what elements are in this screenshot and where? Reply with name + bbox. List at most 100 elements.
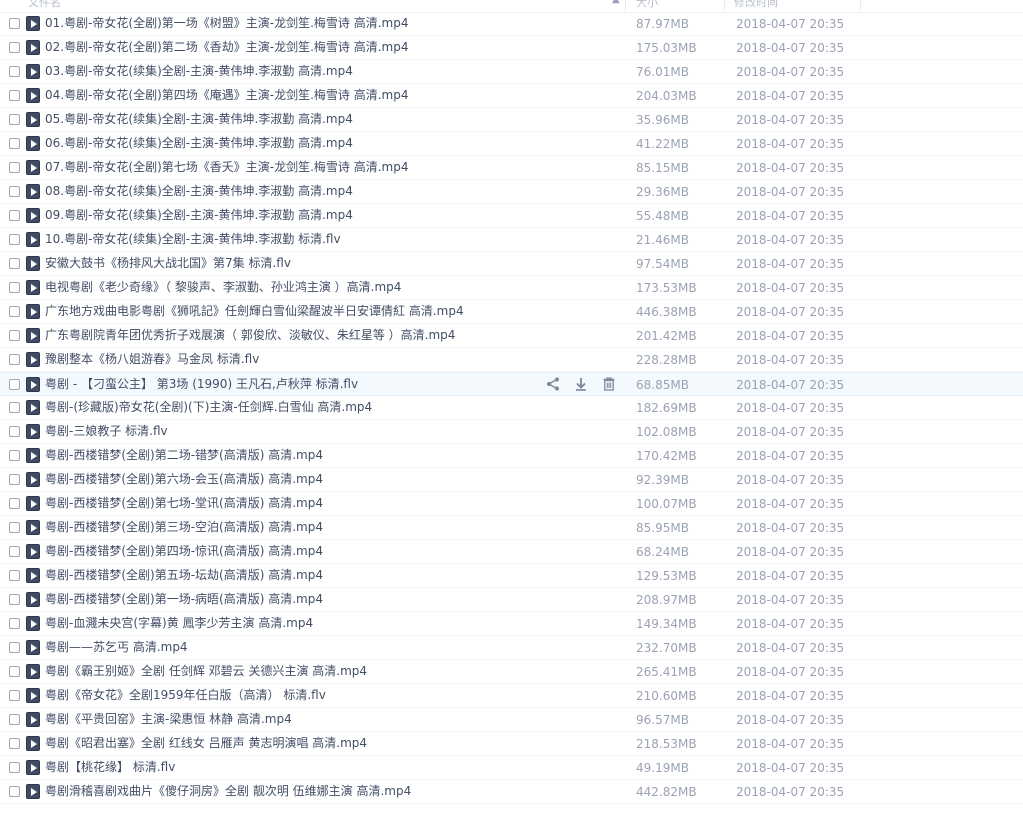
file-name[interactable]: 粤剧-三娘教子 标清.flv [45,424,168,439]
file-name[interactable]: 电视粤剧《老少奇缘》（ 黎骏声、李淑勤、孙业鸿主演 ）高清.mp4 [45,280,401,295]
row-checkbox[interactable] [9,594,20,605]
file-name[interactable]: 02.粤剧-帝女花(全剧)第二场《香劫》主演-龙剑笙.梅雪诗 高清.mp4 [45,40,409,55]
file-row[interactable]: 电视粤剧《老少奇缘》（ 黎骏声、李淑勤、孙业鸿主演 ）高清.mp4 173.53M… [0,276,1023,300]
file-row[interactable]: 粤剧——苏乞丐 高清.mp4 232.70MB 2018-04-07 20:35 [0,636,1023,660]
file-name[interactable]: 安徽大鼓书《杨排风大战北国》第7集 标清.flv [45,256,291,271]
file-name[interactable]: 07.粤剧-帝女花(全剧)第七场《香夭》主演-龙剑笙.梅雪诗 高清.mp4 [45,160,409,175]
file-name[interactable]: 广东地方戏曲电影粤剧《狮吼記》任劍輝白雪仙梁醒波半日安谭倩紅 高清.mp4 [45,304,464,319]
row-checkbox[interactable] [9,666,20,677]
file-row[interactable]: 08.粤剧-帝女花(续集)全剧-主演-黄伟坤.李淑勤 高清.mp4 29.36MB… [0,180,1023,204]
row-checkbox[interactable] [9,66,20,77]
file-name[interactable]: 豫剧整本《杨八姐游春》马金凤 标清.flv [45,352,259,367]
file-row[interactable]: 粤剧 - 【刁蛮公主】 第3场 (1990) 王凡石,卢秋萍 标清.flv 68.… [0,372,1023,396]
file-name[interactable]: 粤剧-(珍藏版)帝女花(全剧)(下)主演-任剑辉.白雪仙 高清.mp4 [45,400,372,415]
file-row[interactable]: 粤剧-西楼错梦(全剧)第五场-坛劫(高清版) 高清.mp4 129.53MB 201… [0,564,1023,588]
file-name[interactable]: 粤剧-西楼错梦(全剧)第四场-惊讯(高清版) 高清.mp4 [45,544,323,559]
row-checkbox[interactable] [9,379,20,390]
file-row[interactable]: 05.粤剧-帝女花(续集)全剧-主演-黄伟坤.李淑勤 高清.mp4 35.96MB… [0,108,1023,132]
file-row[interactable]: 粤剧-西楼错梦(全剧)第一场-病晤(高清版) 高清.mp4 208.97MB 201… [0,588,1023,612]
file-row[interactable]: 07.粤剧-帝女花(全剧)第七场《香夭》主演-龙剑笙.梅雪诗 高清.mp4 85.… [0,156,1023,180]
file-name[interactable]: 粤剧《霸王别姬》全剧 任剑辉 邓碧云 关德兴主演 高清.mp4 [45,664,367,679]
row-checkbox[interactable] [9,690,20,701]
row-checkbox[interactable] [9,234,20,245]
file-row[interactable]: 粤剧-西楼错梦(全剧)第二场-错梦(高清版) 高清.mp4 170.42MB 201… [0,444,1023,468]
file-name[interactable]: 粤剧【桃花缘】 标清.flv [45,760,175,775]
file-name[interactable]: 粤剧-西楼错梦(全剧)第二场-错梦(高清版) 高清.mp4 [45,448,323,463]
file-name[interactable]: 04.粤剧-帝女花(全剧)第四场《庵遇》主演-龙剑笙.梅雪诗 高清.mp4 [45,88,409,103]
file-row[interactable]: 粤剧-西楼错梦(全剧)第七场-堂讯(高清版) 高清.mp4 100.07MB 201… [0,492,1023,516]
row-checkbox[interactable] [9,450,20,461]
file-row[interactable]: 粤剧-西楼错梦(全剧)第三场-空泊(高清版) 高清.mp4 85.95MB 2018… [0,516,1023,540]
header-size[interactable]: 大小 [636,0,658,10]
file-row[interactable]: 粤剧-血濺未央宫(字幕)黄 鳳李少芳主演 高清.mp4 149.34MB 2018-… [0,612,1023,636]
row-checkbox[interactable] [9,522,20,533]
file-row[interactable]: 粤剧-西楼错梦(全剧)第四场-惊讯(高清版) 高清.mp4 68.24MB 2018… [0,540,1023,564]
file-row[interactable]: 粤剧滑稽喜剧戏曲片《傻仔洞房》全剧 靓次明 伍维娜主演 高清.mp4 442.82… [0,780,1023,804]
header-time[interactable]: 修改时间 [734,0,778,10]
row-checkbox[interactable] [9,402,20,413]
row-checkbox[interactable] [9,498,20,509]
file-row[interactable]: 豫剧整本《杨八姐游春》马金凤 标清.flv 228.28MB 2018-04-07 … [0,348,1023,372]
file-name[interactable]: 08.粤剧-帝女花(续集)全剧-主演-黄伟坤.李淑勤 高清.mp4 [45,184,353,199]
row-checkbox[interactable] [9,618,20,629]
file-name[interactable]: 粤剧《帝女花》全剧1959年任白版（高清） 标清.flv [45,688,326,703]
file-name[interactable]: 粤剧-西楼错梦(全剧)第七场-堂讯(高清版) 高清.mp4 [45,496,323,511]
header-name[interactable]: 文件名 [28,0,61,10]
file-row[interactable]: 粤剧《帝女花》全剧1959年任白版（高清） 标清.flv 210.60MB 2018… [0,684,1023,708]
file-name[interactable]: 05.粤剧-帝女花(续集)全剧-主演-黄伟坤.李淑勤 高清.mp4 [45,112,353,127]
file-name[interactable]: 粤剧-西楼错梦(全剧)第六场-会玉(高清版) 高清.mp4 [45,472,323,487]
row-checkbox[interactable] [9,42,20,53]
file-row[interactable]: 粤剧-西楼错梦(全剧)第六场-会玉(高清版) 高清.mp4 92.39MB 2018… [0,468,1023,492]
row-checkbox[interactable] [9,642,20,653]
file-name[interactable]: 广东粤剧院青年团优秀折子戏展演（ 郭俊欣、淡敏仪、朱红星等 ）高清.mp4 [45,328,455,343]
row-checkbox[interactable] [9,474,20,485]
file-row[interactable]: 粤剧【桃花缘】 标清.flv 49.19MB 2018-04-07 20:35 [0,756,1023,780]
file-name[interactable]: 粤剧-西楼错梦(全剧)第五场-坛劫(高清版) 高清.mp4 [45,568,323,583]
file-row[interactable]: 06.粤剧-帝女花(续集)全剧-主演-黄伟坤.李淑勤 高清.mp4 41.22MB… [0,132,1023,156]
file-name[interactable]: 粤剧《昭君出塞》全剧 红线女 吕雁声 黄志明演唱 高清.mp4 [45,736,367,751]
row-checkbox[interactable] [9,162,20,173]
file-row[interactable]: 安徽大鼓书《杨排风大战北国》第7集 标清.flv 97.54MB 2018-04-0… [0,252,1023,276]
row-checkbox[interactable] [9,186,20,197]
file-name[interactable]: 粤剧滑稽喜剧戏曲片《傻仔洞房》全剧 靓次明 伍维娜主演 高清.mp4 [45,784,411,799]
file-row[interactable]: 广东地方戏曲电影粤剧《狮吼記》任劍輝白雪仙梁醒波半日安谭倩紅 高清.mp4 446… [0,300,1023,324]
file-name[interactable]: 10.粤剧-帝女花(续集)全剧-主演-黄伟坤.李淑勤 标清.flv [45,232,341,247]
file-name[interactable]: 粤剧-血濺未央宫(字幕)黄 鳳李少芳主演 高清.mp4 [45,616,313,631]
row-checkbox[interactable] [9,306,20,317]
file-name[interactable]: 01.粤剧-帝女花(全剧)第一场《树盟》主演-龙剑笙.梅雪诗 高清.mp4 [45,16,409,31]
row-checkbox[interactable] [9,138,20,149]
row-checkbox[interactable] [9,354,20,365]
file-name[interactable]: 粤剧《平贵回窑》主演-梁惠恒 林静 高清.mp4 [45,712,292,727]
file-name[interactable]: 09.粤剧-帝女花(续集)全剧-主演-黄伟坤.李淑勤 高清.mp4 [45,208,353,223]
file-row[interactable]: 粤剧-(珍藏版)帝女花(全剧)(下)主演-任剑辉.白雪仙 高清.mp4 182.6… [0,396,1023,420]
file-row[interactable]: 粤剧-三娘教子 标清.flv 102.08MB 2018-04-07 20:35 [0,420,1023,444]
row-checkbox[interactable] [9,114,20,125]
row-checkbox[interactable] [9,570,20,581]
sort-icon[interactable]: ▲ [612,0,620,5]
file-name[interactable]: 粤剧——苏乞丐 高清.mp4 [45,640,188,655]
file-row[interactable]: 04.粤剧-帝女花(全剧)第四场《庵遇》主演-龙剑笙.梅雪诗 高清.mp4 204… [0,84,1023,108]
file-row[interactable]: 02.粤剧-帝女花(全剧)第二场《香劫》主演-龙剑笙.梅雪诗 高清.mp4 175… [0,36,1023,60]
file-row[interactable]: 09.粤剧-帝女花(续集)全剧-主演-黄伟坤.李淑勤 高清.mp4 55.48MB… [0,204,1023,228]
file-row[interactable]: 广东粤剧院青年团优秀折子戏展演（ 郭俊欣、淡敏仪、朱红星等 ）高清.mp4 201… [0,324,1023,348]
file-name[interactable]: 06.粤剧-帝女花(续集)全剧-主演-黄伟坤.李淑勤 高清.mp4 [45,136,353,151]
row-checkbox[interactable] [9,210,20,221]
row-checkbox[interactable] [9,546,20,557]
download-icon[interactable] [573,376,591,394]
row-checkbox[interactable] [9,18,20,29]
row-checkbox[interactable] [9,762,20,773]
file-name[interactable]: 粤剧-西楼错梦(全剧)第三场-空泊(高清版) 高清.mp4 [45,520,323,535]
file-row[interactable]: 01.粤剧-帝女花(全剧)第一场《树盟》主演-龙剑笙.梅雪诗 高清.mp4 87.… [0,12,1023,36]
file-row[interactable]: 03.粤剧-帝女花(续集)全剧-主演-黄伟坤.李淑勤 高清.mp4 76.01MB… [0,60,1023,84]
row-checkbox[interactable] [9,330,20,341]
row-checkbox[interactable] [9,426,20,437]
file-name[interactable]: 03.粤剧-帝女花(续集)全剧-主演-黄伟坤.李淑勤 高清.mp4 [45,64,353,79]
file-name[interactable]: 粤剧 - 【刁蛮公主】 第3场 (1990) 王凡石,卢秋萍 标清.flv [45,377,358,392]
file-name[interactable]: 粤剧-西楼错梦(全剧)第一场-病晤(高清版) 高清.mp4 [45,592,323,607]
file-row[interactable]: 粤剧《平贵回窑》主演-梁惠恒 林静 高清.mp4 96.57MB 2018-04-0… [0,708,1023,732]
row-checkbox[interactable] [9,282,20,293]
row-checkbox[interactable] [9,738,20,749]
file-row[interactable]: 10.粤剧-帝女花(续集)全剧-主演-黄伟坤.李淑勤 标清.flv 21.46MB… [0,228,1023,252]
row-checkbox[interactable] [9,258,20,269]
row-checkbox[interactable] [9,786,20,797]
